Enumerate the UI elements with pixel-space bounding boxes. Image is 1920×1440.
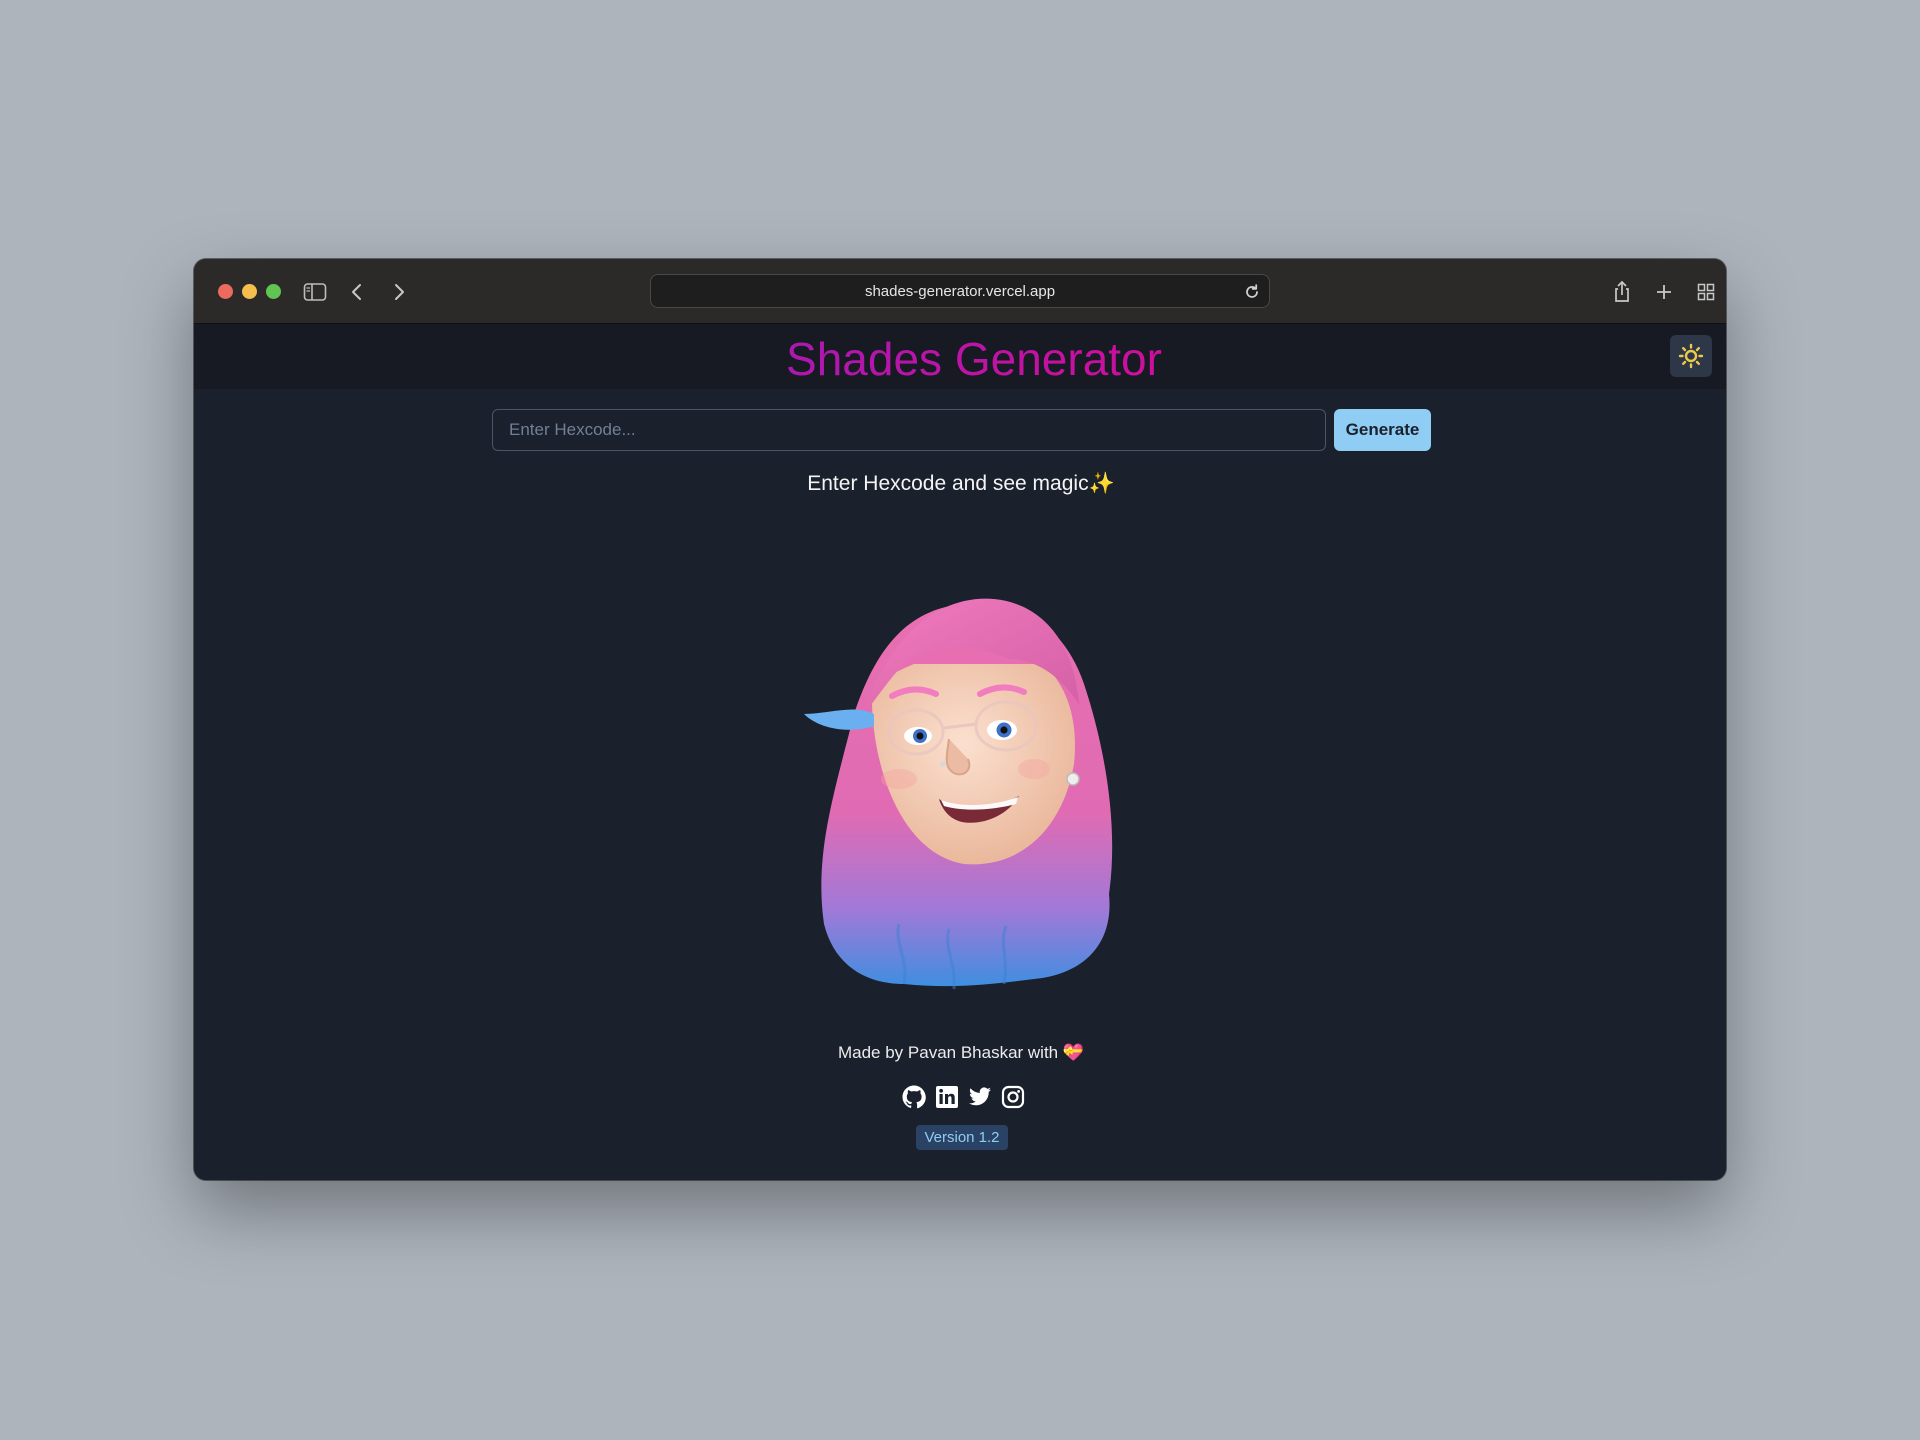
- forward-icon[interactable]: [386, 279, 412, 305]
- address-bar[interactable]: shades-generator.vercel.app: [650, 274, 1270, 308]
- sidebar-toggle-icon[interactable]: [302, 279, 328, 305]
- page-content: Shades Generator Generate Enter Hexcode …: [194, 324, 1726, 1180]
- address-bar-url: shades-generator.vercel.app: [864, 282, 1056, 300]
- instagram-icon[interactable]: [1000, 1084, 1026, 1110]
- browser-toolbar: shades-generator.vercel.app: [194, 259, 1726, 324]
- page-title: Shades Generator: [194, 332, 1726, 386]
- credit-text: Made by Pavan Bhaskar with 💝: [837, 1043, 1085, 1062]
- close-window-button[interactable]: [218, 284, 233, 299]
- browser-window: shades-generator.vercel.app Shades Gener…: [194, 259, 1726, 1180]
- twitter-icon[interactable]: [967, 1084, 993, 1110]
- linkedin-icon[interactable]: [934, 1084, 960, 1110]
- tab-overview-icon[interactable]: [1693, 279, 1719, 305]
- hexcode-input[interactable]: [492, 409, 1326, 451]
- back-icon[interactable]: [344, 279, 370, 305]
- theme-toggle-button[interactable]: [1670, 335, 1712, 377]
- share-icon[interactable]: [1609, 279, 1635, 305]
- github-icon[interactable]: [901, 1084, 927, 1110]
- generate-button[interactable]: Generate: [1334, 409, 1431, 451]
- new-tab-icon[interactable]: [1651, 279, 1677, 305]
- tagline: Enter Hexcode and see magic✨: [807, 472, 1115, 495]
- reload-icon[interactable]: [1243, 283, 1261, 301]
- app-header: Shades Generator: [194, 324, 1726, 389]
- sun-icon: [1678, 343, 1704, 369]
- memoji-avatar-image: [794, 564, 1154, 994]
- version-badge: Version 1.2: [916, 1125, 1008, 1150]
- minimize-window-button[interactable]: [242, 284, 257, 299]
- zoom-window-button[interactable]: [266, 284, 281, 299]
- social-links: [898, 1082, 1028, 1112]
